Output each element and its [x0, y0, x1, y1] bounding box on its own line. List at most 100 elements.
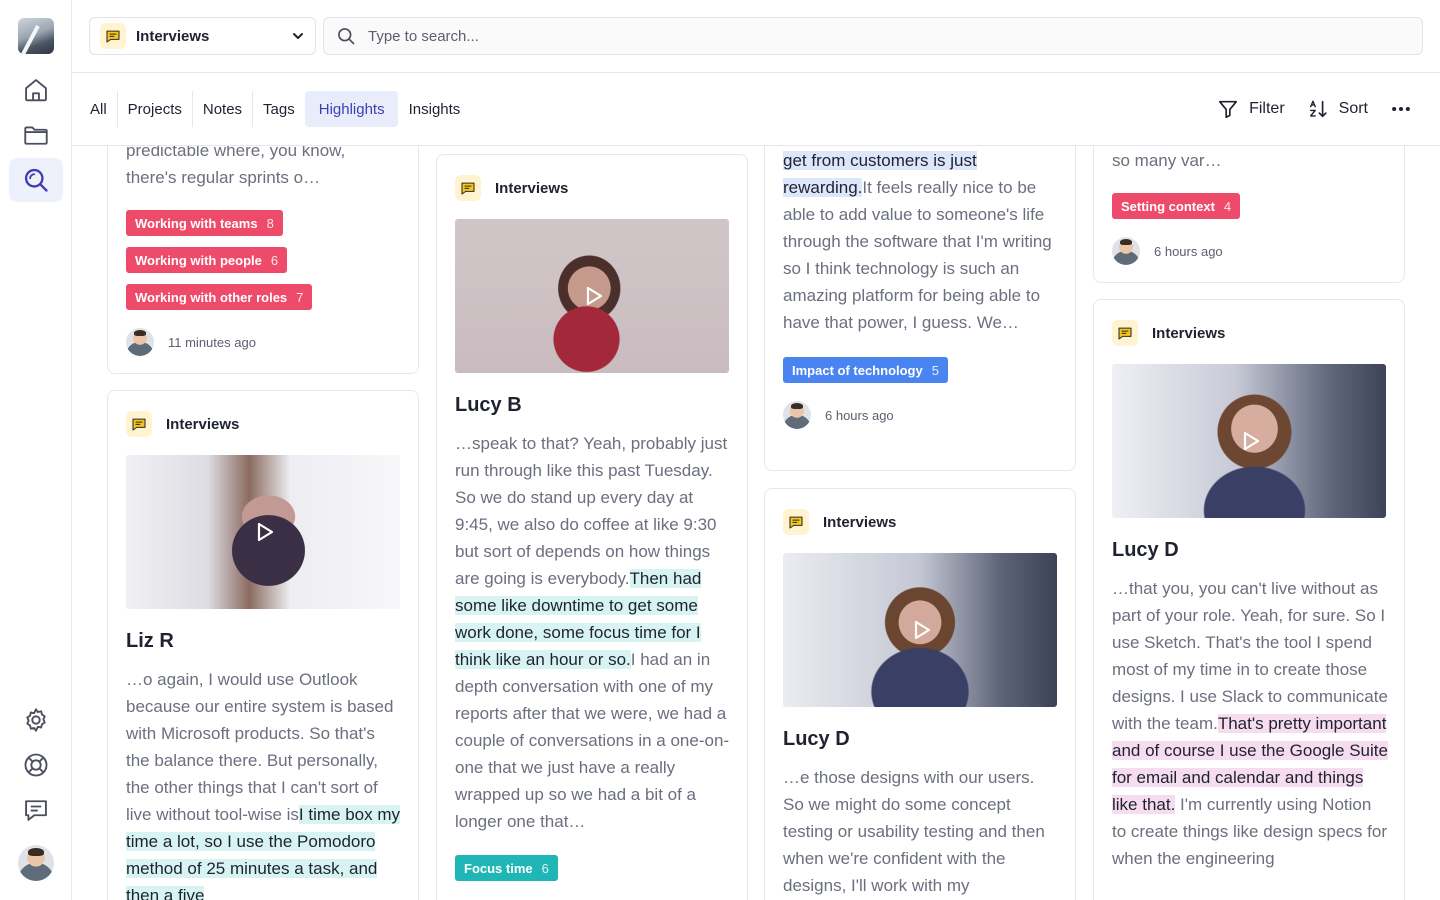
video-thumbnail[interactable] — [1112, 364, 1386, 518]
highlight-quote: …that you, you can't live without as par… — [1112, 575, 1388, 872]
highlight-quote: …o again, I would use Outlook because ou… — [126, 666, 402, 900]
highlight-quote: …e those designs with our users. So we m… — [783, 768, 1045, 895]
projects-button[interactable] — [9, 113, 63, 157]
feedback-button[interactable] — [9, 788, 63, 832]
tag-chip[interactable]: Setting context 4 — [1112, 193, 1241, 219]
gear-icon — [26, 708, 46, 732]
settings-button[interactable] — [9, 698, 63, 742]
tag-count: 8 — [266, 215, 274, 231]
tag-list: Focus time 6 — [455, 855, 729, 881]
interviews-icon — [100, 23, 126, 49]
interviews-icon — [455, 175, 481, 201]
folder-icon — [24, 126, 48, 145]
top-bar: Interviews — [72, 0, 1440, 73]
source-label: Interviews — [823, 513, 897, 531]
play-icon — [586, 286, 603, 306]
tag-count: 6 — [270, 252, 279, 268]
tab-projects[interactable]: Projects — [116, 91, 192, 127]
interviews-icon — [783, 509, 809, 535]
quote-context: It feels really nice to be able to add v… — [783, 178, 1052, 332]
highlight-quote: so many var… — [1112, 151, 1222, 170]
tab-insights[interactable]: Insights — [398, 91, 471, 127]
home-button[interactable] — [9, 68, 63, 112]
lifebuoy-icon — [24, 753, 48, 777]
tag-chip[interactable]: Working with teams 8 — [126, 210, 283, 236]
tag-list: Working with teams 8 Working with people 6… — [126, 210, 400, 310]
quote-context: …speak to that? Yeah, probably just run … — [455, 434, 728, 588]
tab-all[interactable]: All — [80, 91, 117, 127]
highlight-card[interactable]: Interviews Liz R …o again, I would use O… — [107, 390, 419, 900]
play-icon — [1243, 431, 1260, 451]
highlight-card[interactable]: Interviews Lucy B …speak to that? Yeah, … — [436, 154, 748, 900]
highlight-quote: predictable where, you know, there's reg… — [126, 146, 346, 187]
sidebar — [0, 0, 72, 900]
participant-name: Lucy B — [455, 394, 522, 416]
tag-label: Working with people — [135, 252, 262, 268]
participant-name: Liz R — [126, 630, 174, 652]
play-icon — [914, 620, 931, 640]
highlight-card[interactable]: Interviews Lucy D …that you, you can't l… — [1093, 299, 1405, 900]
tag-list: Setting context 4 — [1112, 193, 1386, 219]
card-meta: 6 hours ago — [783, 401, 1057, 429]
tab-tags[interactable]: Tags — [252, 91, 305, 127]
card-meta: 6 hours ago — [1112, 237, 1386, 265]
tag-label: Focus time — [464, 860, 533, 876]
space-selector[interactable]: Interviews — [89, 17, 316, 55]
timestamp: 6 hours ago — [1154, 243, 1223, 259]
filter-button[interactable]: Filter — [1217, 98, 1285, 120]
timestamp: 11 minutes ago — [168, 334, 256, 350]
sort-label: Sort — [1338, 100, 1368, 117]
highlight-card[interactable]: get from customers is just rewarding.It … — [764, 146, 1076, 471]
quote-context: …o again, I would use Outlook because ou… — [126, 670, 394, 824]
highlight-card[interactable]: so many var… Setting context 4 6 hours ag… — [1093, 146, 1405, 283]
toolbar-actions: Filter Sort — [1217, 91, 1412, 127]
search-input[interactable] — [368, 27, 1335, 45]
participant-name: Lucy D — [1112, 539, 1179, 561]
sort-button[interactable]: Sort — [1307, 98, 1368, 120]
timestamp: 6 hours ago — [825, 407, 894, 423]
search-bar[interactable] — [323, 17, 1423, 55]
tag-chip[interactable]: Impact of technology 5 — [783, 357, 948, 383]
video-thumbnail[interactable] — [783, 553, 1057, 707]
view-tabs: All Projects Notes Tags Highlights Insig… — [80, 91, 470, 127]
highlight-quote: get from customers is just rewarding.It … — [783, 147, 1059, 336]
help-button[interactable] — [9, 743, 63, 787]
tag-label: Working with teams — [135, 215, 258, 231]
highlight-card[interactable]: predictable where, you know, there's reg… — [107, 146, 419, 374]
search-nav-button[interactable] — [9, 158, 63, 202]
video-thumbnail[interactable] — [455, 219, 729, 373]
tag-chip[interactable]: Focus time 6 — [455, 855, 558, 881]
user-avatar[interactable] — [18, 845, 54, 881]
view-tabs-bar: All Projects Notes Tags Highlights Insig… — [72, 73, 1440, 146]
source-label: Interviews — [1152, 324, 1226, 342]
interviews-icon — [126, 411, 152, 437]
author-avatar — [783, 401, 811, 429]
search-icon — [24, 168, 48, 192]
card-source: Interviews — [455, 175, 729, 201]
filter-label: Filter — [1249, 100, 1285, 117]
tag-count: 4 — [1223, 198, 1232, 214]
card-meta: 11 minutes ago — [126, 328, 400, 356]
highlight-card[interactable]: Interviews Lucy D …e those designs with … — [764, 488, 1076, 900]
video-thumbnail[interactable] — [126, 455, 400, 609]
chevron-down-icon — [293, 33, 303, 39]
tag-chip[interactable]: Working with other roles 7 — [126, 284, 313, 310]
tab-highlights[interactable]: Highlights — [304, 91, 398, 127]
more-horizontal-icon — [1392, 106, 1410, 112]
more-options-button[interactable] — [1390, 98, 1412, 120]
card-source: Interviews — [126, 411, 400, 437]
highlights-board: predictable where, you know, there's reg… — [72, 146, 1440, 900]
tag-count: 7 — [296, 289, 304, 305]
tag-label: Impact of technology — [792, 362, 923, 378]
source-label: Interviews — [495, 179, 569, 197]
workspace-logo[interactable] — [18, 18, 54, 54]
author-avatar — [126, 328, 154, 356]
card-source: Interviews — [1112, 320, 1386, 346]
sort-icon — [1309, 100, 1327, 118]
tab-notes[interactable]: Notes — [191, 91, 252, 127]
tag-chip[interactable]: Working with people 6 — [126, 247, 288, 273]
tag-label: Working with other roles — [135, 289, 288, 305]
participant-name: Lucy D — [783, 728, 850, 750]
tag-count: 6 — [541, 860, 549, 876]
tag-count: 5 — [931, 362, 939, 378]
